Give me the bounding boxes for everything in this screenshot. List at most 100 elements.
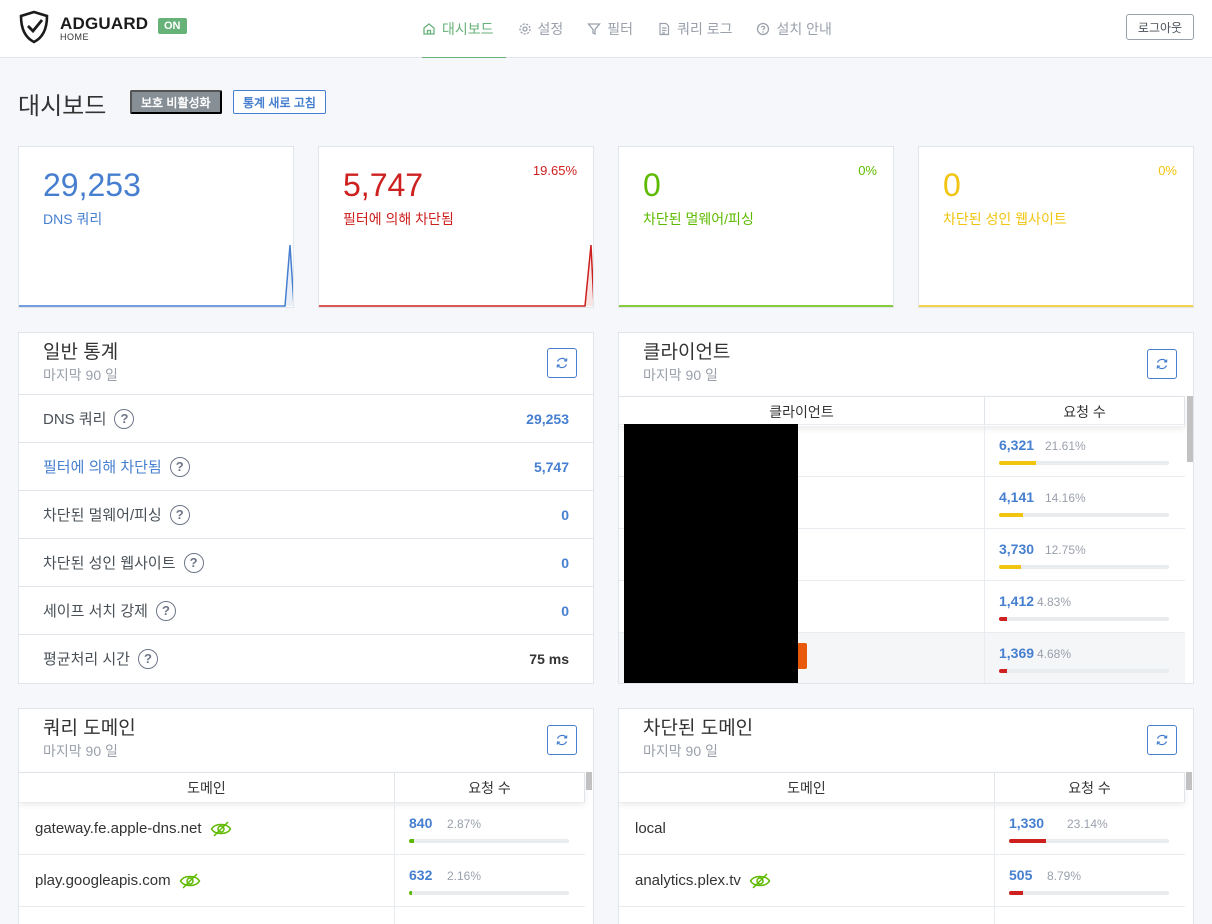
domain-name[interactable]: play.googleapis.com (35, 872, 171, 889)
domain-requests: 632 2.16% (395, 855, 585, 906)
help-icon[interactable]: ? (114, 408, 135, 429)
help-icon[interactable]: ? (169, 504, 190, 525)
eye-slash-icon[interactable] (210, 820, 232, 838)
refresh-button[interactable] (1147, 725, 1177, 755)
nav-filters-label: 필터 (607, 21, 634, 37)
request-percent: 23.14% (1067, 817, 1108, 831)
request-bar (999, 461, 1169, 465)
nav-settings[interactable]: 설정 (506, 0, 576, 58)
page-title: 대시보드 (18, 93, 107, 120)
stat-percent: 0% (1158, 163, 1177, 178)
refresh-icon (1156, 358, 1168, 370)
stat-sparkline (19, 244, 293, 307)
refresh-button[interactable] (1147, 349, 1177, 379)
scrollbar-thumb[interactable] (1186, 772, 1192, 790)
request-percent: 12.75% (1045, 543, 1086, 557)
request-count: 840 (409, 815, 433, 831)
stat-row-label: DNS 쿼리? (43, 408, 135, 429)
column-header-requests[interactable]: 요청 수 (995, 773, 1185, 802)
scrollbar-thumb[interactable] (586, 772, 592, 790)
request-percent: 14.16% (1045, 491, 1086, 505)
table-row: analytics.plex.tv 505 8.79% (619, 854, 1185, 906)
refresh-icon (1156, 734, 1168, 746)
stat-row-text: 세이프 서치 강제 (43, 603, 148, 620)
domain-requests: 1,330 23.14% (995, 803, 1185, 854)
stat-row-safesearch: 세이프 서치 강제? 0 (19, 586, 593, 634)
client-requests: 3,730 12.75% (985, 529, 1185, 580)
nav-setup-guide[interactable]: 설치 안내 (744, 0, 843, 58)
column-header-domain[interactable]: 도메인 (19, 773, 395, 802)
stat-row-malware: 차단된 멀웨어/피싱? 0 (19, 490, 593, 538)
table-row (19, 906, 585, 924)
eye-slash-icon[interactable] (749, 872, 771, 890)
top-header: ADGUARD HOME ON 대시보드 설정 필터 쿼리 로그 설치 안내 로… (0, 0, 1212, 58)
eye-slash-icon[interactable] (179, 872, 201, 890)
help-icon[interactable]: ? (169, 456, 190, 477)
refresh-button[interactable] (547, 725, 577, 755)
request-count: 505 (1009, 867, 1033, 883)
domain-name[interactable]: analytics.plex.tv (635, 872, 741, 889)
request-bar (1009, 891, 1169, 895)
stat-label: DNS 쿼리 (43, 211, 103, 227)
stat-card-blocked-filters: 19.65% 5,747 필터에 의해 차단됨 (318, 146, 594, 308)
stat-value: 5,747 (343, 167, 424, 203)
request-count: 1,330 (1009, 815, 1045, 831)
home-icon (423, 22, 435, 35)
help-icon[interactable]: ? (155, 600, 176, 621)
column-header-client[interactable]: 클라이언트 (619, 397, 985, 426)
stat-percent: 19.65% (532, 163, 577, 178)
document-icon (659, 22, 670, 36)
table-header: 도메인 요청 수 (19, 772, 585, 802)
disable-protection-button[interactable]: 보호 비활성화 (130, 90, 222, 114)
request-percent: 2.16% (447, 869, 482, 883)
adguard-logo[interactable]: ADGUARD HOME ON (18, 10, 198, 46)
help-icon[interactable]: ? (137, 648, 158, 669)
nav-setup-guide-label: 설치 안내 (776, 21, 832, 37)
card-title: 일반 통계 (43, 342, 119, 363)
blocked-domains-card: 차단된 도메인 마지막 90 일 도메인 요청 수 local 1,330 23… (618, 708, 1194, 924)
client-tag[interactable] (797, 643, 807, 669)
query-domains-card: 쿼리 도메인 마지막 90 일 도메인 요청 수 gateway.fe.appl… (18, 708, 594, 924)
refresh-button[interactable] (547, 348, 577, 378)
help-icon[interactable]: ? (183, 552, 204, 573)
request-count: 1,412 (999, 593, 1035, 609)
request-bar (1009, 839, 1169, 843)
request-percent: 21.61% (1045, 439, 1086, 453)
stat-value: 29,253 (43, 167, 141, 203)
nav-filters[interactable]: 필터 (575, 0, 645, 58)
logout-button[interactable]: 로그아웃 (1126, 14, 1194, 40)
general-stats-card: 일반 통계 마지막 90 일 DNS 쿼리? 29,253 필터에 의해 차단됨… (18, 332, 594, 684)
request-percent: 8.79% (1047, 869, 1082, 883)
nav-query-log[interactable]: 쿼리 로그 (645, 0, 744, 58)
domain-cell: play.googleapis.com (19, 855, 395, 906)
request-percent: 2.87% (447, 817, 482, 831)
stat-row-text[interactable]: 필터에 의해 차단됨 (43, 456, 162, 477)
domain-name[interactable]: gateway.fe.apple-dns.net (35, 820, 202, 837)
domain-requests: 505 8.79% (995, 855, 1185, 906)
scrollbar-thumb[interactable] (1187, 396, 1193, 462)
stat-row-label: 차단된 성인 웹사이트? (43, 552, 204, 573)
stat-row-avg-time: 평균처리 시간? 75 ms (19, 634, 593, 682)
brand-name: ADGUARD (60, 14, 149, 33)
stat-card-blocked-adult: 0% 0 차단된 성인 웹사이트 (918, 146, 1194, 308)
column-header-requests[interactable]: 요청 수 (395, 773, 585, 802)
stat-row-blocked: 필터에 의해 차단됨? 5,747 (19, 442, 593, 490)
card-title: 클라이언트 (643, 342, 731, 363)
refresh-stats-button[interactable]: 통계 새로 고침 (233, 90, 326, 114)
domain-requests: 840 2.87% (395, 803, 585, 854)
refresh-icon (556, 357, 568, 369)
stat-row-value: 0 (561, 602, 569, 619)
domain-requests (995, 907, 1185, 924)
domain-cell: gateway.fe.apple-dns.net (19, 803, 395, 854)
stat-row-value: 75 ms (529, 650, 569, 667)
request-count: 4,141 (999, 489, 1035, 505)
nav-dashboard[interactable]: 대시보드 (422, 0, 506, 58)
domain-cell (619, 907, 995, 924)
column-header-requests[interactable]: 요청 수 (985, 397, 1185, 426)
column-header-domain[interactable]: 도메인 (619, 773, 995, 802)
status-badge: ON (158, 18, 187, 34)
redacted-client-names (624, 424, 798, 683)
stat-sparkline (919, 305, 1193, 307)
stat-row-value: 0 (561, 506, 569, 523)
domain-name[interactable]: local (635, 820, 666, 837)
